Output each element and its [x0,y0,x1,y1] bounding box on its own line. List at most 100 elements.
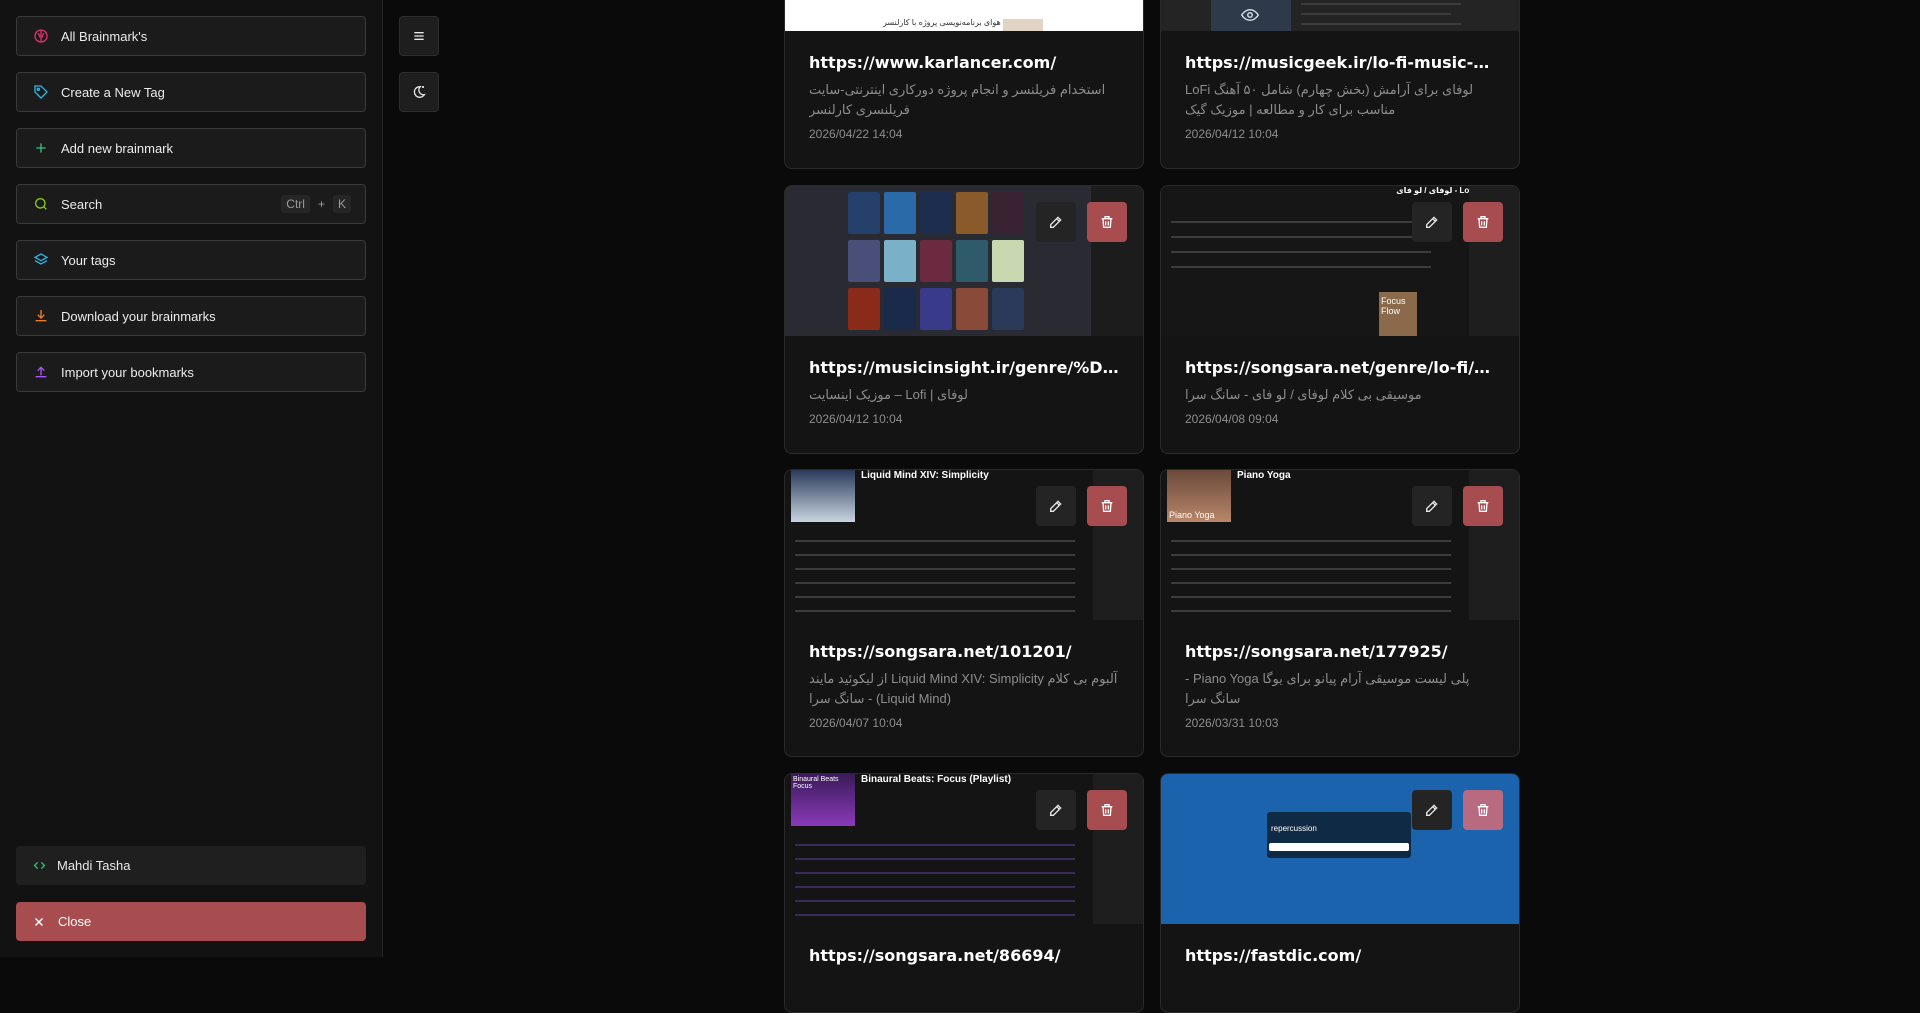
close-icon [34,917,44,926]
user-name: Mahdi Tasha [57,858,131,873]
sidebar-item-label: Import your bookmarks [61,364,194,380]
user-profile[interactable]: Mahdi Tasha [16,846,366,885]
edit-button[interactable] [1036,202,1076,242]
card-description: لوفای برای آرامش (بخش چهارم) شامل ۵۰ آهن… [1185,82,1474,117]
card-description: استخدام فریلنسر و انجام پروژه دورکاری ای… [809,82,1106,117]
sidebar-item-search[interactable]: Search Ctrl + K [16,184,366,224]
card-thumbnail [1161,0,1519,31]
edit-button[interactable] [1412,202,1452,242]
card-description: موسیقی بی کلام لوفای / لو فای - سانگ سرا [1185,387,1422,402]
delete-button[interactable] [1087,202,1127,242]
edit-icon [1426,216,1438,228]
thumbnail-caption: هوای برنامه‌نویسی پروژه با کارلنسر [883,18,1001,27]
sidebar-item-download[interactable]: Download your brainmarks [16,296,366,336]
edit-icon [1050,500,1062,512]
card-date: 2026/04/12 10:04 [1185,127,1279,141]
card-date: 2026/03/31 10:03 [1185,716,1279,730]
edit-icon [1050,804,1062,816]
brainmark-card[interactable]: https://musicinsight.ir/genre/%D9%84%D9%… [784,185,1144,454]
brainmark-card[interactable]: هوای برنامه‌نویسی پروژه با کارلنسر https… [784,0,1144,169]
card-date: 2026/04/12 10:04 [809,412,903,426]
edit-button[interactable] [1412,486,1452,526]
edit-icon [1426,500,1438,512]
delete-button[interactable] [1463,202,1503,242]
thumbnail-title: لوفای / لو فای - Lo-Fi [1396,186,1479,195]
trash-icon [1477,804,1489,816]
close-label: Close [58,914,92,929]
brainmark-card[interactable]: Binaural Beats Focus Binaural Beats: Foc… [784,773,1144,1013]
delete-button[interactable] [1087,790,1127,830]
thumbnail-cover-label: Piano Yoga [1169,510,1215,520]
card-url[interactable]: https://songsara.net/101201/ [809,642,1119,661]
close-button[interactable]: Close [16,902,366,941]
thumbnail-search-value: repercussion [1271,824,1317,833]
card-date: 2026/04/08 09:04 [1185,412,1279,426]
sidebar-item-label: Your tags [61,252,116,268]
card-url[interactable]: https://songsara.net/86694/ [809,946,1119,965]
upload-icon [35,366,47,378]
brainmark-card[interactable]: Liquid Mind XIV: Simplicity https://song… [784,469,1144,757]
trash-icon [1101,216,1113,228]
card-date: 2026/04/07 10:04 [809,716,903,730]
trash-icon [1477,500,1489,512]
hamburger-menu-icon [414,32,424,40]
thumbnail-photo [1003,19,1043,31]
sidebar-item-label: Download your brainmarks [61,308,216,324]
card-url[interactable]: https://www.karlancer.com/ [809,53,1119,72]
theme-toggle-icon [413,85,426,98]
sidebar-item-import[interactable]: Import your bookmarks [16,352,366,392]
thumbnail-title: Binaural Beats: Focus (Playlist) [861,774,1012,785]
card-thumbnail: هوای برنامه‌نویسی پروژه با کارلنسر [785,0,1143,31]
eye-icon [1241,8,1259,22]
card-description: آلبوم بی کلام Liquid Mind XIV: Simplicit… [809,671,1118,706]
edit-button[interactable] [1036,486,1076,526]
sidebar-item-label: Search [61,196,103,212]
sidebar-item-all-brainmarks[interactable]: All Brainmark's [16,16,366,56]
brain-icon [34,29,48,43]
card-description: پلی لیست موسیقی آرام پیانو برای یوگا Pia… [1185,671,1470,706]
shortcut-plus: + [317,197,325,211]
sidebar-item-add-brainmark[interactable]: Add new brainmark [16,128,366,168]
delete-button[interactable] [1463,486,1503,526]
edit-button[interactable] [1036,790,1076,830]
shortcut-key-k: K [332,195,351,213]
tag-icon [34,85,48,99]
card-date: 2026/04/22 14:04 [809,127,903,141]
card-url[interactable]: https://songsara.net/177925/ [1185,642,1495,661]
edit-icon [1426,804,1438,816]
trash-icon [1101,500,1113,512]
card-url[interactable]: https://songsara.net/genre/lo-fi/?type=a… [1185,358,1495,377]
card-url[interactable]: https://musicgeek.ir/lo-fi-music-vol-4/ [1185,53,1495,72]
thumbnail-cover-label: Binaural Beats Focus [793,776,839,790]
layers-icon [33,253,49,265]
delete-button[interactable] [1087,486,1127,526]
plus-icon [36,143,46,153]
sidebar-item-your-tags[interactable]: Your tags [16,240,366,280]
sidebar: All Brainmark's Create a New Tag Add new… [0,0,383,957]
thumbnail-title: Liquid Mind XIV: Simplicity [861,470,989,481]
trash-icon [1477,216,1489,228]
sidebar-item-label: Add new brainmark [61,140,173,156]
search-icon [35,198,47,210]
brainmark-card[interactable]: https://musicgeek.ir/lo-fi-music-vol-4/ … [1160,0,1520,169]
trash-icon [1101,804,1113,816]
thumbnail-cover-image [791,470,855,522]
sidebar-item-label: All Brainmark's [61,28,148,44]
thumbnail-title: Piano Yoga [1237,470,1291,481]
thumbnail-cover-label: Focus Flow [1381,296,1406,316]
edit-button[interactable] [1412,790,1452,830]
brainmark-card[interactable]: لوفای / لو فای - Lo-Fi Focus Flow https:… [1160,185,1520,454]
sidebar-item-create-tag[interactable]: Create a New Tag [16,72,366,112]
card-description: لوفای | Lofi – موزیک اینسایت [809,387,968,402]
download-icon [35,310,47,322]
card-url[interactable]: https://fastdic.com/ [1185,946,1495,965]
delete-button[interactable] [1463,790,1503,830]
theme-toggle-button[interactable] [399,72,439,112]
menu-toggle-button[interactable] [399,16,439,56]
brainmark-card[interactable]: repercussion https://fastdic.com/ [1160,773,1520,1013]
card-url[interactable]: https://musicinsight.ir/genre/%D9%84%D9%… [809,358,1119,377]
code-icon [33,861,46,870]
thumbnail-search-box: repercussion [1267,812,1411,858]
search-shortcut: Ctrl + K [281,195,351,213]
brainmark-card[interactable]: Piano Yoga Piano Yoga https://songsara.n… [1160,469,1520,757]
